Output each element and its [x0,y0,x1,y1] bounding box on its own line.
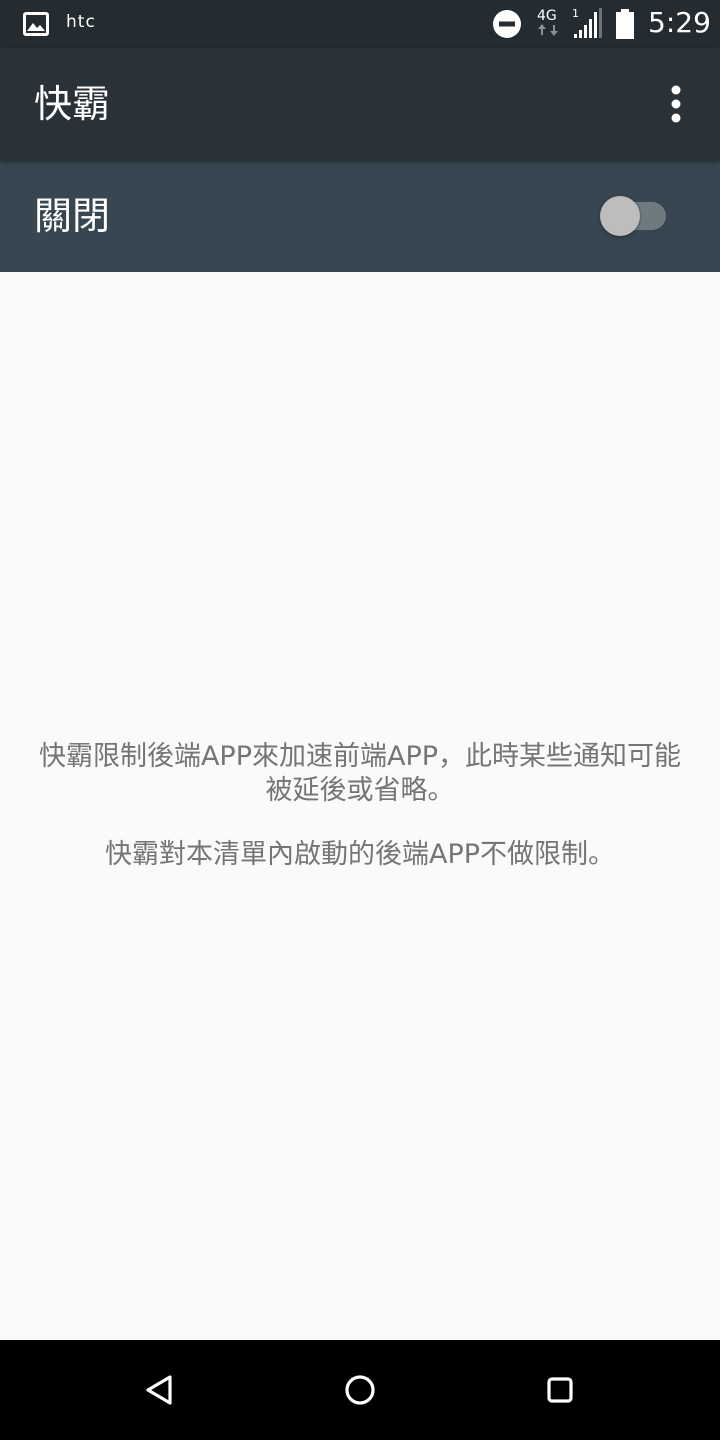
master-toggle-switch[interactable] [598,194,670,238]
status-bar: htc 4G 1 5:29 [0,0,720,48]
network-type-text: 4G [537,8,557,24]
switch-thumb [600,196,640,236]
do-not-disturb-icon [493,10,521,38]
network-4g-icon: 4G [537,8,558,36]
screen: htc 4G 1 5:29 快霸 關閉 快霸限制後端APP來加速前端APP，此時… [0,0,720,1440]
battery-icon [616,9,634,39]
signal-icon: 1 [572,7,602,38]
main-content: 快霸限制後端APP來加速前端APP，此時某些通知可能被延後或省略。 快霸對本清單… [0,272,720,1340]
recents-icon[interactable] [532,1362,588,1418]
navigation-bar [0,1340,720,1440]
switch-state-label: 關閉 [34,194,111,238]
description-text: 快霸限制後端APP來加速前端APP，此時某些通知可能被延後或省略。 [38,741,682,806]
whitelist-note-text: 快霸對本清單內啟動的後端APP不做限制。 [104,839,616,870]
more-vert-icon[interactable] [656,82,696,126]
gallery-icon [23,12,49,36]
carrier-label: htc [66,12,96,32]
page-title: 快霸 [34,82,111,126]
sim-slot-text: 1 [572,7,579,20]
app-toolbar: 快霸 [0,48,720,160]
clock: 5:29 [648,6,711,39]
home-icon[interactable] [332,1362,388,1418]
back-icon[interactable] [132,1362,188,1418]
